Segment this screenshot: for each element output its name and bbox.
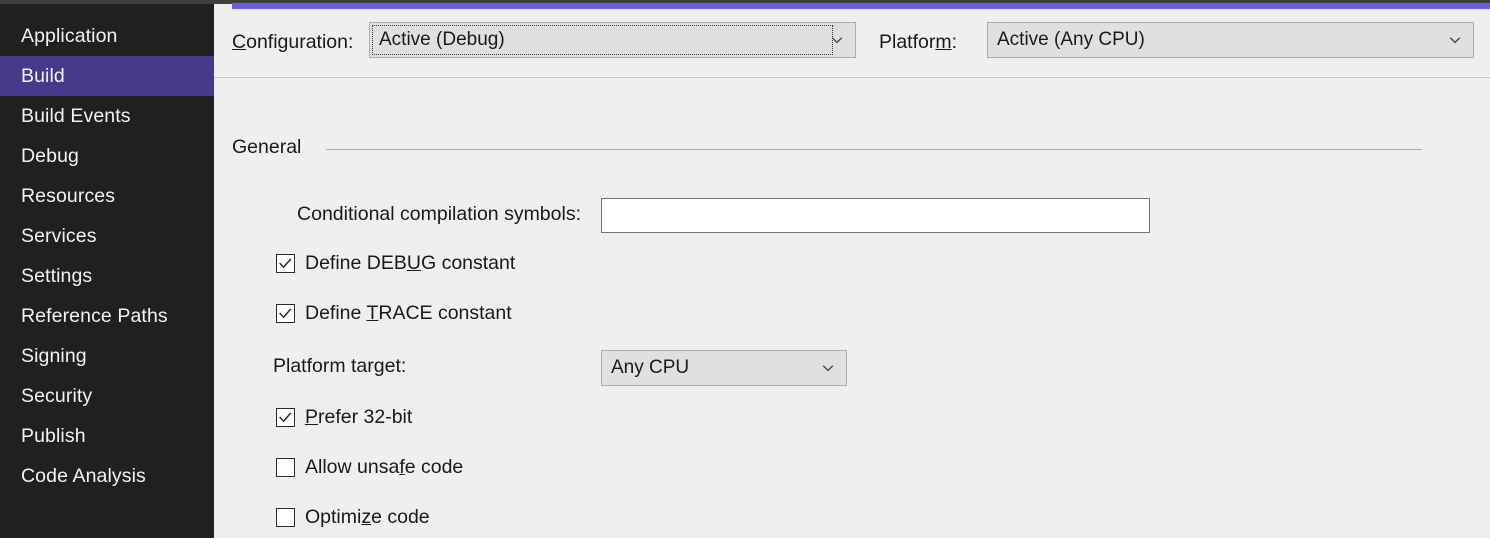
chevron-down-icon (829, 32, 845, 48)
checkbox-icon[interactable] (276, 407, 295, 427)
sidebar-nav-list: Application Build Build Events Debug Resourc… (0, 16, 214, 496)
sidebar-item-label: Signing (21, 345, 87, 367)
sidebar-item-label: Code Analysis (21, 465, 146, 487)
define-debug-label: Define DEBUG constant (305, 251, 516, 274)
chevron-down-icon (820, 360, 836, 376)
general-group-heading: General (232, 136, 302, 158)
platform-label: Platform: (879, 31, 958, 53)
accelerator-char: m (935, 31, 952, 53)
define-debug-checkbox-row[interactable]: Define DEBUG constant (276, 250, 515, 276)
sidebar-item-label: Reference Paths (21, 305, 168, 327)
allow-unsafe-checkbox-row[interactable]: Allow unsafe code (276, 454, 463, 480)
configuration-dropdown[interactable]: Active (Debug) (369, 22, 856, 58)
sidebar-item-label: Settings (21, 265, 93, 287)
sidebar-item-label: Build (21, 65, 65, 87)
sidebar-item-signing[interactable]: Signing (0, 336, 214, 376)
conditional-symbols-input[interactable] (601, 198, 1150, 233)
accelerator-char: T (366, 301, 379, 324)
checkbox-icon[interactable] (276, 507, 295, 527)
prefer-32bit-checkbox-row[interactable]: Prefer 32-bit (276, 404, 412, 430)
accelerator-char: U (406, 251, 421, 274)
sidebar-item-settings[interactable]: Settings (0, 256, 214, 296)
sidebar-item-reference-paths[interactable]: Reference Paths (0, 296, 214, 336)
define-trace-checkbox-row[interactable]: Define TRACE constant (276, 300, 512, 326)
sidebar-item-publish[interactable]: Publish (0, 416, 214, 456)
config-row-divider (214, 77, 1490, 78)
platform-target-dropdown[interactable]: Any CPU (601, 350, 847, 386)
build-properties-pane: Configuration: Active (Debug) Platform: … (214, 9, 1490, 538)
conditional-symbols-label: Conditional compilation symbols: (297, 203, 581, 225)
sidebar-item-code-analysis[interactable]: Code Analysis (0, 456, 214, 496)
chevron-down-icon (1447, 32, 1463, 48)
optimize-code-label: Optimize code (305, 505, 430, 528)
platform-value: Active (Any CPU) (997, 29, 1145, 50)
configuration-label: Configuration: (232, 31, 354, 53)
sidebar-item-label: Debug (21, 145, 79, 167)
sidebar-item-build[interactable]: Build (0, 56, 214, 96)
accelerator-char: P (305, 405, 319, 428)
sidebar-item-label: Security (21, 385, 93, 407)
checkbox-icon[interactable] (276, 253, 295, 273)
sidebar-item-label: Services (21, 225, 97, 247)
general-group-rule (326, 149, 1422, 150)
sidebar-item-resources[interactable]: Resources (0, 176, 214, 216)
platform-target-value: Any CPU (611, 357, 690, 378)
platform-target-label: Platform target: (273, 355, 407, 377)
accelerator-char: z (361, 505, 372, 528)
project-properties-window: Application Build Build Events Debug Resourc… (0, 0, 1490, 538)
sidebar-item-services[interactable]: Services (0, 216, 214, 256)
checkbox-icon[interactable] (276, 303, 295, 323)
sidebar-item-application[interactable]: Application (0, 16, 214, 56)
sidebar-item-security[interactable]: Security (0, 376, 214, 416)
configuration-row: Configuration: Active (Debug) Platform: … (214, 9, 1490, 77)
accelerator-char: C (232, 31, 247, 53)
prefer-32bit-label: Prefer 32-bit (305, 405, 413, 428)
checkbox-icon[interactable] (276, 457, 295, 477)
configuration-value: Active (Debug) (379, 29, 505, 50)
sidebar-item-label: Resources (21, 185, 116, 207)
sidebar-item-label: Application (21, 25, 118, 47)
properties-sidebar: Application Build Build Events Debug Resourc… (0, 4, 214, 538)
sidebar-item-label: Publish (21, 425, 86, 447)
allow-unsafe-label: Allow unsafe code (305, 455, 464, 478)
sidebar-item-build-events[interactable]: Build Events (0, 96, 214, 136)
sidebar-item-debug[interactable]: Debug (0, 136, 214, 176)
sidebar-item-label: Build Events (21, 105, 131, 127)
platform-dropdown[interactable]: Active (Any CPU) (987, 22, 1474, 58)
optimize-code-checkbox-row[interactable]: Optimize code (276, 504, 430, 530)
define-trace-label: Define TRACE constant (305, 301, 512, 324)
